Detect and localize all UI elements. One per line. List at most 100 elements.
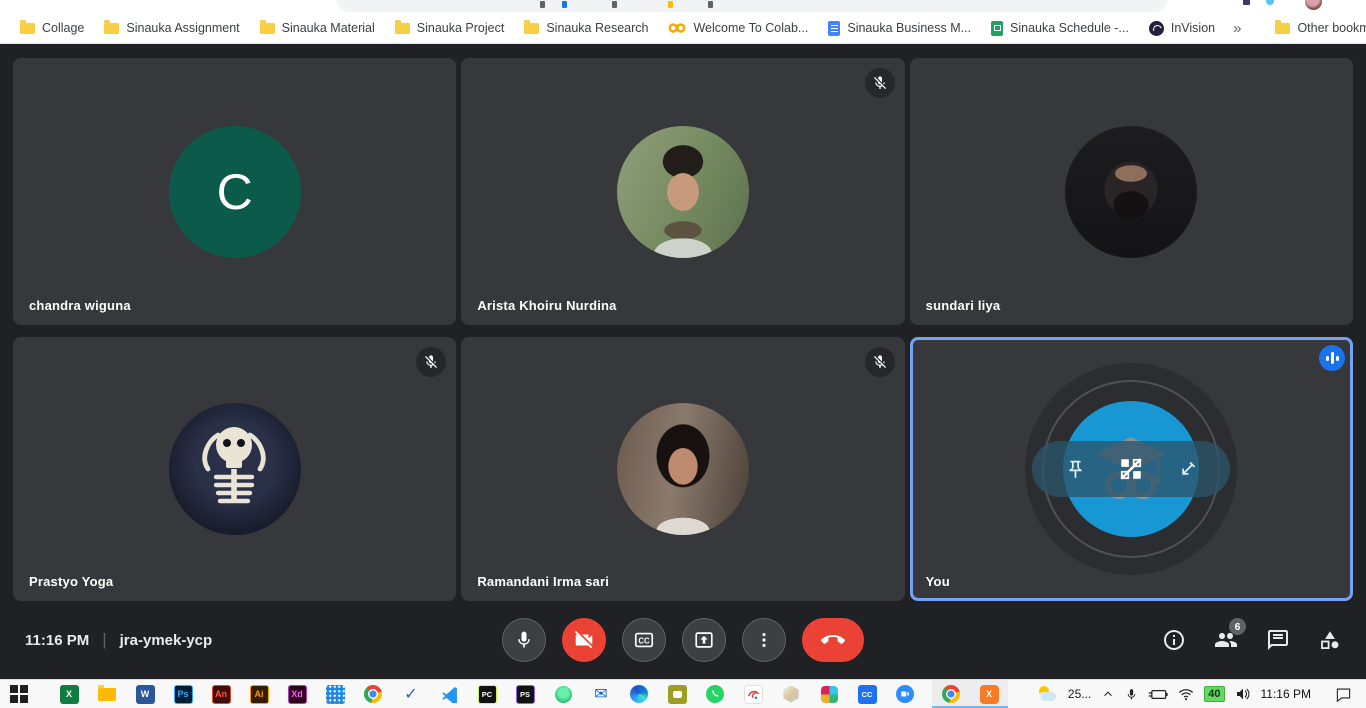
taskbar-phpstorm[interactable]: PS — [506, 680, 544, 708]
pin-icon[interactable] — [1065, 459, 1086, 480]
taskbar-word[interactable]: W — [126, 680, 164, 708]
tile-hover-controls — [1032, 441, 1230, 497]
leave-call-button[interactable] — [802, 618, 864, 662]
tray-mic-icon[interactable] — [1125, 687, 1138, 702]
address-bar[interactable] — [336, 0, 1168, 12]
meeting-clock: 11:16 PM — [25, 632, 89, 649]
illustrator-icon: Ai — [250, 685, 269, 704]
start-button[interactable] — [0, 680, 38, 708]
camera-off-button[interactable] — [562, 618, 606, 662]
weather-temp[interactable]: 25... — [1068, 687, 1091, 701]
address-text-fragment — [708, 1, 713, 8]
taskbar-edge[interactable] — [620, 680, 658, 708]
taskbar-todo[interactable]: ✓ — [392, 680, 430, 708]
battery-percent-badge[interactable]: 40 — [1204, 686, 1224, 702]
bookmark-collage[interactable]: Collage — [10, 16, 94, 40]
tray-wifi-icon[interactable] — [1178, 688, 1194, 701]
present-screen-icon — [693, 629, 715, 651]
vscode-icon — [441, 686, 458, 703]
taskbar-calendar[interactable] — [316, 680, 354, 708]
photoshop-icon: Ps — [174, 685, 193, 704]
taskbar-chrome[interactable] — [354, 680, 392, 708]
taskbar-drawing-app[interactable] — [734, 680, 772, 708]
bookmark-label: Sinauka Schedule -... — [1010, 21, 1129, 35]
taskbar-excel[interactable]: X — [50, 680, 88, 708]
bookmark-sinauka-project[interactable]: Sinauka Project — [385, 16, 515, 40]
taskbar-chrome-open[interactable] — [932, 680, 970, 708]
browser-profile-avatar[interactable] — [1305, 0, 1322, 10]
avatar-initial: C — [169, 126, 301, 258]
taskbar-screen-recorder[interactable] — [658, 680, 696, 708]
weather-icon[interactable] — [1038, 686, 1058, 702]
participant-tile[interactable]: Arista Khoiru Nurdina — [461, 58, 904, 325]
taskbar-xampp[interactable]: X — [970, 680, 1008, 708]
info-divider: | — [102, 630, 106, 650]
taskbar-mail[interactable]: ✉ — [582, 680, 620, 708]
taskbar-adobe-xd[interactable]: Xd — [278, 680, 316, 708]
taskbar-cc-app[interactable]: CC — [848, 680, 886, 708]
bookmark-label: Sinauka Business M... — [847, 21, 971, 35]
bookmark-sinauka-business[interactable]: Sinauka Business M... — [818, 16, 981, 40]
taskbar-vscode[interactable] — [430, 680, 468, 708]
tray-clock[interactable]: 11:16 PM — [1261, 687, 1311, 701]
more-options-button[interactable] — [742, 618, 786, 662]
captions-button[interactable]: CC — [622, 618, 666, 662]
activities-icon — [1318, 628, 1342, 652]
remove-tile-icon[interactable] — [1118, 456, 1144, 482]
taskbar-photoshop[interactable]: Ps — [164, 680, 202, 708]
skeleton-cartoon — [192, 421, 278, 517]
tray-volume-icon[interactable] — [1235, 687, 1251, 701]
bookmark-sinauka-research[interactable]: Sinauka Research — [514, 16, 658, 40]
bookmark-sinauka-assignment[interactable]: Sinauka Assignment — [94, 16, 249, 40]
avatar-photo — [617, 126, 749, 258]
adobe-xd-icon: Xd — [288, 685, 307, 704]
taskbar-whatsapp[interactable] — [696, 680, 734, 708]
meet-bottom-bar: 11:16 PM | jra-ymek-ycp CC — [0, 601, 1366, 679]
animate-icon: An — [212, 685, 231, 704]
mic-button[interactable] — [502, 618, 546, 662]
windows-logo-icon — [10, 685, 28, 703]
participant-tile[interactable]: Prastyo Yoga — [13, 337, 456, 601]
bookmark-sinauka-material[interactable]: Sinauka Material — [250, 16, 385, 40]
whatsapp-icon — [706, 685, 724, 703]
taskbar-animate[interactable]: An — [202, 680, 240, 708]
taskbar-android[interactable] — [544, 680, 582, 708]
taskbar-slack[interactable] — [810, 680, 848, 708]
mic-icon — [514, 630, 534, 650]
bookmark-invision[interactable]: InVision — [1139, 16, 1225, 40]
bookmarks-overflow-chevron[interactable]: » — [1225, 20, 1249, 37]
meet-call-area: C chandra wiguna Arista Khoiru Nurdina s… — [0, 44, 1366, 679]
mic-muted-badge — [865, 347, 895, 377]
google-docs-icon — [828, 21, 840, 36]
participants-count-badge: 6 — [1229, 618, 1246, 635]
tray-battery-icon[interactable] — [1148, 688, 1168, 701]
taskbar-file-explorer[interactable] — [88, 680, 126, 708]
present-button[interactable] — [682, 618, 726, 662]
participant-tile[interactable]: Ramandani Irma sari — [461, 337, 904, 601]
chat-button[interactable] — [1266, 628, 1290, 652]
more-vert-icon — [754, 630, 774, 650]
action-center-icon[interactable] — [1335, 687, 1352, 702]
taskbar-zoom[interactable] — [886, 680, 924, 708]
activities-button[interactable] — [1318, 628, 1342, 652]
bookmark-colab[interactable]: Welcome To Colab... — [658, 16, 818, 40]
cc-app-icon: CC — [858, 685, 877, 704]
taskbar-illustrator[interactable]: Ai — [240, 680, 278, 708]
taskbar-hexagon-app[interactable] — [772, 680, 810, 708]
participants-button[interactable]: 6 — [1214, 628, 1238, 652]
participant-tile-you[interactable]: You — [910, 337, 1353, 601]
tray-chevron-up-icon[interactable] — [1101, 687, 1115, 701]
bookmark-sinauka-schedule[interactable]: Sinauka Schedule -... — [981, 16, 1139, 40]
meeting-details-button[interactable] — [1162, 628, 1186, 652]
taskbar-pycharm[interactable]: PC — [468, 680, 506, 708]
participant-tile[interactable]: sundari liya — [910, 58, 1353, 325]
calendar-icon — [326, 685, 345, 704]
extension-icon[interactable] — [1243, 0, 1250, 5]
participant-name: Ramandani Irma sari — [477, 574, 609, 589]
extension-icon[interactable] — [1266, 0, 1274, 5]
other-bookmarks[interactable]: Other bookmarks — [1265, 16, 1366, 40]
minimize-icon[interactable] — [1177, 459, 1198, 480]
avatar-photo — [617, 403, 749, 535]
avatar-photo — [169, 403, 301, 535]
participant-tile[interactable]: C chandra wiguna — [13, 58, 456, 325]
